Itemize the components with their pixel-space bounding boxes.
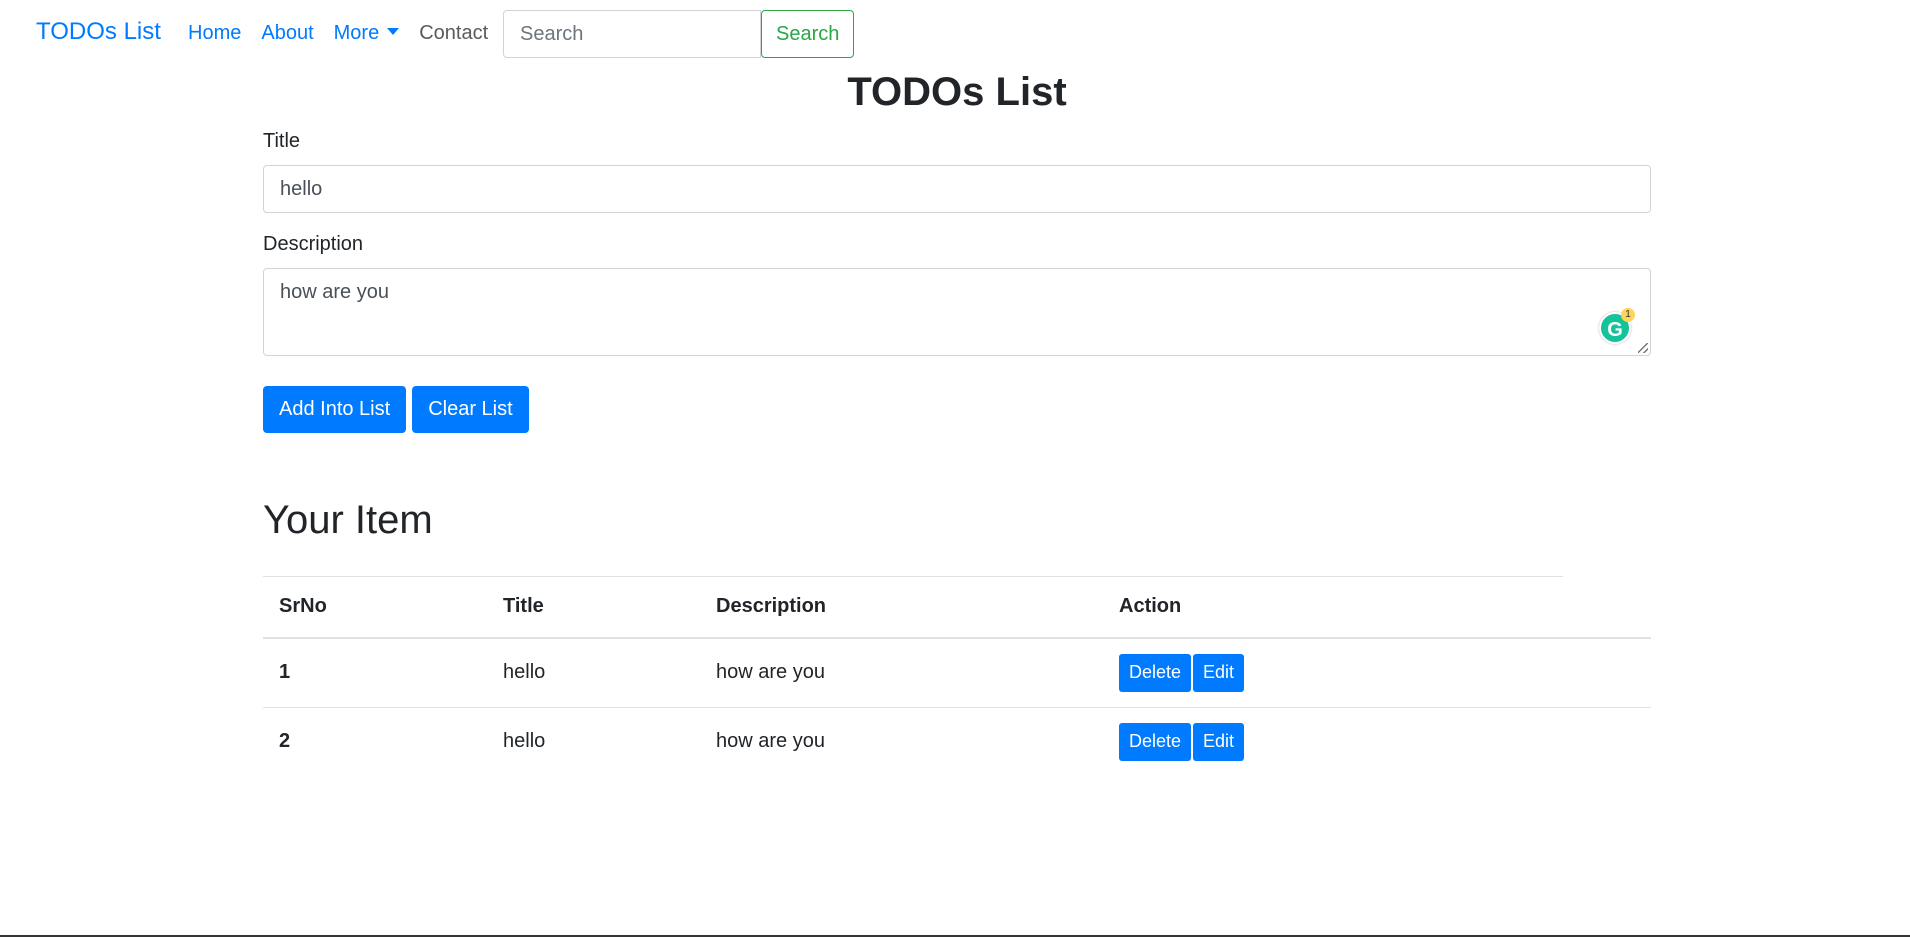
row-title: hello <box>503 730 546 753</box>
section-title: Your Item <box>263 498 433 542</box>
title-label: Title <box>263 130 301 152</box>
delete-button[interactable]: Delete <box>1119 722 1192 761</box>
nav-link-about[interactable]: About <box>261 22 313 45</box>
page-title: TODOs List <box>847 70 1067 114</box>
row-description: how are you <box>716 730 825 753</box>
title-input[interactable] <box>263 165 1651 213</box>
nav-link-contact[interactable]: Contact <box>419 22 488 45</box>
row-actions: Delete Edit <box>1103 638 1651 707</box>
description-label: Description <box>263 233 364 255</box>
edit-button[interactable]: Edit <box>1193 722 1245 761</box>
nav-dropdown-more-label: More <box>333 22 380 44</box>
nav-links: Home About More Contact <box>188 22 498 45</box>
caret-down-icon <box>387 28 400 36</box>
resize-handle-icon[interactable] <box>1638 343 1648 353</box>
page: TODOs List Home About More Contact Searc… <box>0 0 1910 937</box>
grammarly-icon[interactable]: G1 <box>1599 308 1635 344</box>
table-row: 2 hello how are you Delete Edit <box>263 707 1651 776</box>
add-into-list-button[interactable]: Add Into List <box>263 386 407 433</box>
table-row: 1 hello how are you Delete Edit <box>263 638 1651 707</box>
header-title: Title <box>487 576 700 639</box>
search-form: Search <box>503 10 855 58</box>
nav-dropdown-more[interactable]: More <box>334 22 400 45</box>
header-srno: SrNo <box>263 576 487 639</box>
row-srno: 2 <box>279 730 291 753</box>
row-srno: 1 <box>279 661 291 684</box>
items-table: SrNo Title Description Action 1 hello ho… <box>263 576 1651 776</box>
nav-link-home[interactable]: Home <box>188 22 241 45</box>
description-textarea[interactable]: how are you <box>263 268 1651 356</box>
form-actions: Add Into List Clear List <box>263 386 1651 433</box>
clear-list-button[interactable]: Clear List <box>412 386 529 433</box>
search-button[interactable]: Search <box>761 10 855 58</box>
row-actions: Delete Edit <box>1103 707 1651 776</box>
delete-button[interactable]: Delete <box>1119 653 1192 692</box>
row-title: hello <box>503 661 546 684</box>
row-description: how are you <box>716 661 825 684</box>
edit-button[interactable]: Edit <box>1193 653 1245 692</box>
grammarly-badge: 1 <box>1621 308 1635 322</box>
navbar-brand[interactable]: TODOs List <box>36 18 161 46</box>
table-header-row: SrNo Title Description Action <box>263 576 1651 639</box>
header-action: Action <box>1103 576 1651 639</box>
header-description: Description <box>700 576 1103 639</box>
description-wrapper: how are you G1 <box>263 268 1651 356</box>
todo-form: Title Description how are you G1 Add Int… <box>263 130 1651 433</box>
search-input[interactable] <box>503 10 761 58</box>
navbar: TODOs List Home About More Contact Searc… <box>0 0 1910 70</box>
